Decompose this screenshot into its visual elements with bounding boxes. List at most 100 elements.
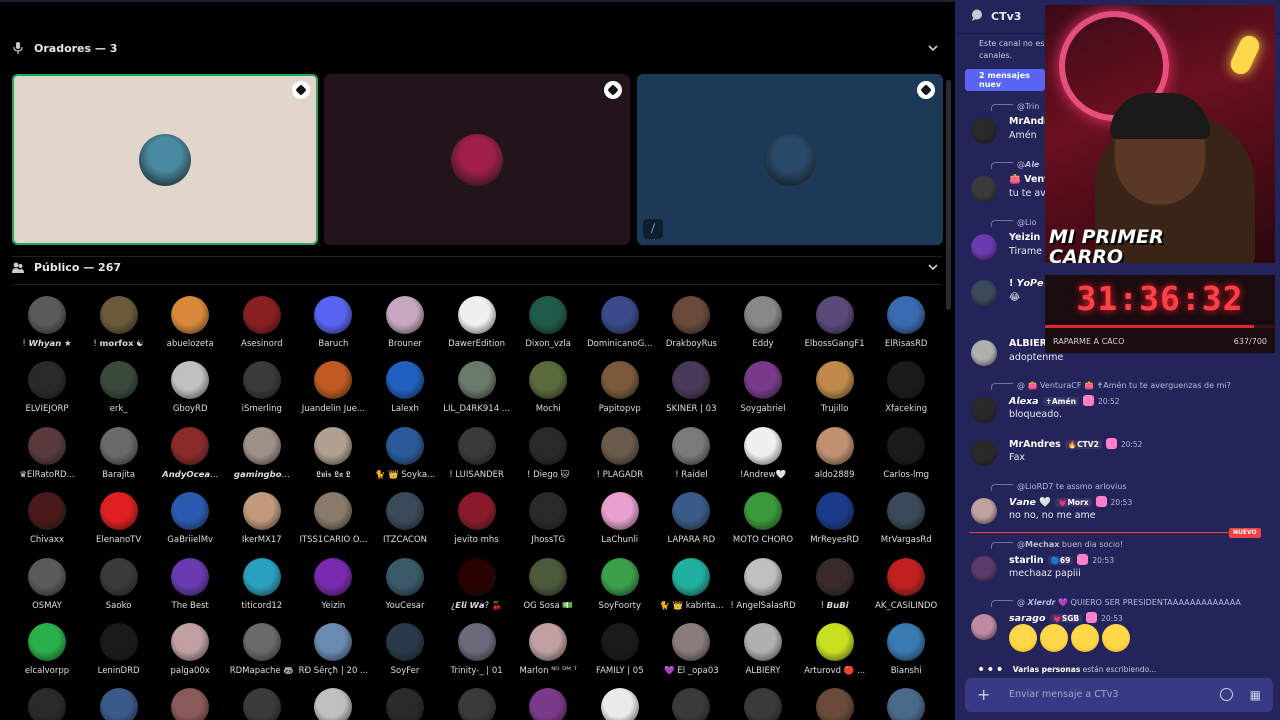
avatar[interactable] (971, 440, 997, 466)
message-author[interactable]: MrAndres (1009, 439, 1061, 450)
audience-member[interactable]: ElenanoTV (83, 492, 155, 556)
audience-member[interactable]: aldo2889 (799, 426, 871, 491)
audience-member[interactable]: ITSS1CARIO O... (297, 492, 369, 556)
avatar[interactable] (971, 280, 997, 306)
speakers-collapse-chevron-icon[interactable] (928, 38, 938, 58)
audience-member[interactable]: JhossTG (512, 492, 584, 556)
audience-member[interactable]: elcalvorpp (11, 623, 83, 687)
audience-member[interactable]: 𝘼𝙣𝙙𝙮𝙊𝙘𝙚𝙖... (154, 426, 226, 491)
reply-reference[interactable]: @ 𝙓𝙡𝙚𝙧𝙙𝙧 💜 QUIERO SER PRESIDENTAAAAAAAAA… (991, 598, 1241, 607)
reply-reference[interactable]: @Lio (991, 218, 1037, 227)
avatar[interactable] (971, 176, 997, 202)
message-author[interactable]: MrAndr (1009, 116, 1049, 127)
audience-member[interactable]: Chivaxx (11, 492, 83, 556)
audience-member[interactable]: Barajita (83, 426, 155, 491)
reply-reference[interactable]: @LioRD7 te assmo arlovius (991, 482, 1127, 491)
audience-member[interactable]: Yeizin (297, 557, 369, 622)
apps-icon[interactable]: ▦ (1250, 688, 1261, 702)
avatar[interactable] (386, 688, 424, 720)
audience-member[interactable]: ElbossGangF1 (799, 296, 871, 360)
audience-header[interactable]: Público — 267 (12, 257, 121, 277)
audience-member[interactable]: LeninDRD (83, 623, 155, 687)
audience-member[interactable]: ! LUISANDER (441, 426, 513, 491)
avatar[interactable] (971, 118, 997, 144)
audience-member[interactable]: SoyFoorty (584, 557, 656, 622)
audience-member[interactable]: Trinity-_ | 01 (441, 623, 513, 687)
speaker-tile[interactable]: ⧸ (637, 74, 943, 245)
audience-member[interactable]: LaChunli (584, 492, 656, 556)
audience-member[interactable]: AK_CASILINDO (870, 557, 942, 622)
audience-member[interactable]: DominicanoG... (584, 296, 656, 360)
audience-member[interactable]: Lalexh (369, 361, 441, 425)
audience-member[interactable]: titicord12 (226, 557, 298, 622)
audience-member[interactable]: abuelozeta (154, 296, 226, 360)
audience-member[interactable]: ! Diego 🐱 (512, 426, 584, 491)
message-author[interactable]: Yeizin (1009, 232, 1040, 243)
audience-member[interactable]: Eddy (727, 296, 799, 360)
audience-member[interactable]: erk_ (83, 361, 155, 425)
audience-member[interactable]: 💜 El _opa03 (655, 623, 727, 687)
message-author[interactable]: ALBIER (1009, 338, 1047, 349)
message-author[interactable]: 𝙑𝙖𝙣𝙚 🤍 (1009, 497, 1051, 508)
avatar[interactable] (971, 397, 997, 423)
audience-member[interactable]: SKINER | 03 (655, 361, 727, 425)
message-author[interactable]: 𝘼𝙡𝙚𝙭𝙖 (1009, 396, 1039, 407)
audience-member[interactable]: Marlon ᴺᴼ ᴰᴹ ᵀ (512, 623, 584, 687)
audience-member[interactable]: ALBIERY (727, 623, 799, 687)
audience-member[interactable]: MOTO CHORO (727, 492, 799, 556)
audience-member[interactable]: Mochi (512, 361, 584, 425)
audience-member[interactable]: !Andrew🤍 (727, 426, 799, 491)
audience-member[interactable]: palga00x (154, 623, 226, 687)
audience-member[interactable]: Baruch (297, 296, 369, 360)
audience-member[interactable]: FAMILY | 05 (584, 623, 656, 687)
avatar[interactable] (971, 234, 997, 260)
message-composer[interactable]: + Enviar mensaje a CTv3 ▦ (965, 678, 1273, 712)
reply-reference[interactable]: @𝗠𝗲𝗰𝗵𝗮𝘅 buen dia socio! (991, 540, 1123, 549)
avatar[interactable] (971, 614, 997, 640)
audience-member[interactable]: LIL_D4RK914 ... (441, 361, 513, 425)
audience-member[interactable]: GboyRD (154, 361, 226, 425)
reply-reference[interactable]: @Trin (991, 102, 1039, 111)
audience-member[interactable]: 𝙜𝙖𝙢𝙞𝙣𝙜𝙗𝙤... (226, 426, 298, 491)
audience-member[interactable]: GaBriielMv (154, 492, 226, 556)
audience-member[interactable]: ! 𝘽𝙪𝘽𝙞 (799, 557, 871, 622)
avatar[interactable] (600, 688, 639, 720)
speaker-tile[interactable] (324, 74, 630, 245)
audience-member[interactable]: Saoko (83, 557, 155, 622)
audience-member[interactable]: ! 𝙒𝙝𝙮𝙖𝙣 ★ (11, 296, 83, 360)
audience-member[interactable]: Xfaceking (870, 361, 942, 425)
message-author[interactable]: 👛 Vent (1009, 174, 1049, 185)
avatar[interactable] (314, 688, 353, 720)
audience-member[interactable]: OG Sosa 💵 (512, 557, 584, 622)
audience-member[interactable]: jevito mhs (441, 492, 513, 556)
message-author[interactable]: 𝙨𝙖𝙧𝙖𝙜𝙤 (1009, 613, 1046, 624)
audience-member[interactable]: ElRisasRD (870, 296, 942, 360)
avatar[interactable] (887, 688, 926, 720)
audience-member[interactable]: ! AngelSalasRD (727, 557, 799, 622)
audience-member[interactable]: Brouner (369, 296, 441, 360)
audience-member[interactable]: MrReyesRD (799, 492, 871, 556)
speaker-tile[interactable] (12, 74, 318, 245)
audience-member[interactable]: The Best (154, 557, 226, 622)
avatar[interactable] (971, 498, 997, 524)
audience-member[interactable]: DrakboyRus (655, 296, 727, 360)
speakers-header[interactable]: Oradores — 3 (12, 38, 117, 58)
avatar[interactable] (99, 688, 138, 720)
message-author[interactable]: starlin (1009, 555, 1044, 566)
audience-collapse-chevron-icon[interactable] (928, 257, 938, 277)
reply-reference[interactable]: @ 👛 VenturaCF 👛 ✝Amén tu te averguenzas … (991, 381, 1231, 390)
audience-member[interactable]: Dixon_vzla (512, 296, 584, 360)
audience-member[interactable]: IkerMX17 (226, 492, 298, 556)
composer-placeholder[interactable]: Enviar mensaje a CTv3 (1009, 689, 1118, 700)
avatar[interactable] (672, 688, 711, 720)
avatar[interactable] (529, 688, 568, 720)
message-author[interactable]: ! 𝙔𝙤𝙋𝙚 (1009, 278, 1043, 289)
audience-member[interactable]: RDMapache 🦝 (226, 623, 298, 687)
audience-member[interactable]: Trujillo (799, 361, 871, 425)
avatar[interactable] (242, 688, 281, 720)
audience-member[interactable]: Carlos-lmg (870, 426, 942, 491)
audience-member[interactable]: DawerEdition (441, 296, 513, 360)
avatar[interactable] (744, 688, 782, 720)
audience-member[interactable]: ! PLAGADR (584, 426, 656, 491)
avatar[interactable] (971, 556, 997, 582)
